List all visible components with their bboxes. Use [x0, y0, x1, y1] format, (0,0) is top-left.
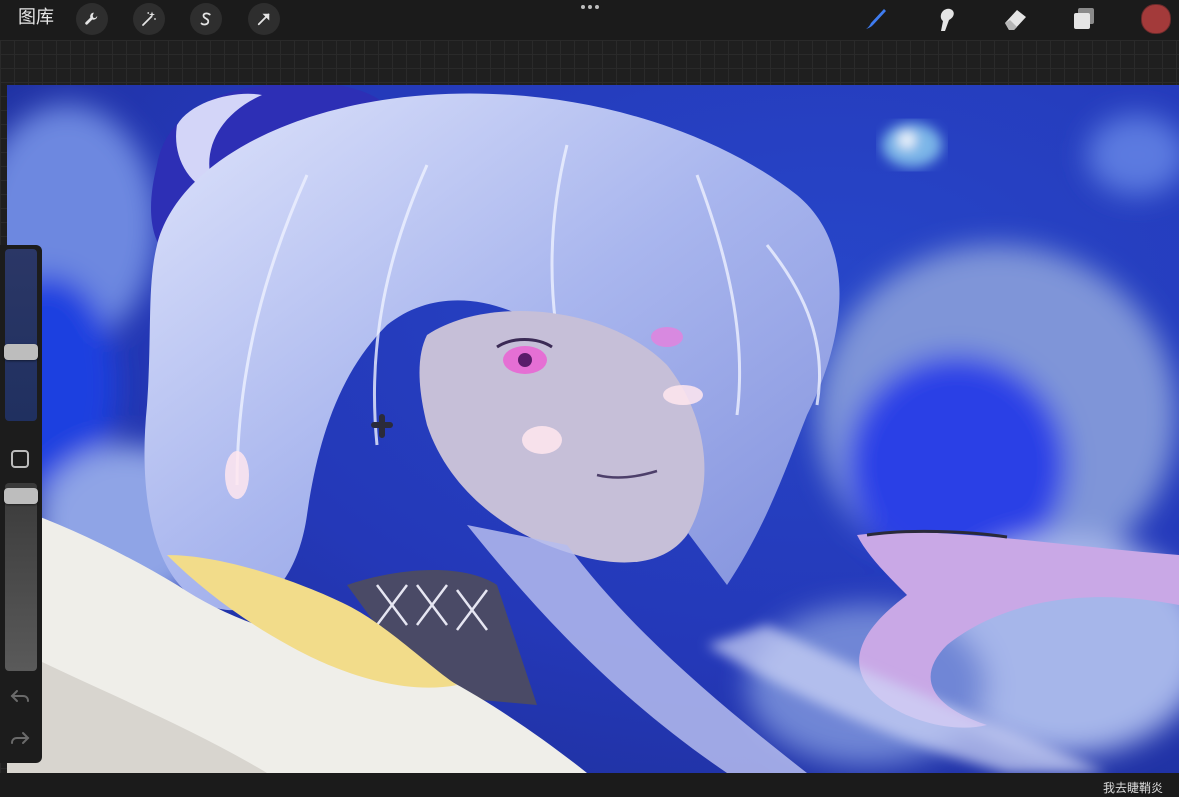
dot	[581, 5, 585, 9]
artwork	[7, 85, 1179, 773]
brush-icon	[866, 9, 886, 29]
redo-button[interactable]	[9, 727, 31, 749]
dot	[588, 5, 592, 9]
smudge-tool-button[interactable]	[928, 2, 962, 36]
undo-button[interactable]	[9, 685, 31, 707]
selection-button[interactable]	[190, 3, 222, 35]
magic-wand-icon	[142, 11, 156, 26]
actions-button[interactable]	[76, 3, 108, 35]
color-swatch[interactable]	[1141, 4, 1171, 34]
brush-opacity-slider[interactable]	[5, 483, 37, 671]
brush-size-thumb[interactable]	[4, 344, 38, 361]
transform-button[interactable]	[248, 3, 280, 35]
adjustments-button[interactable]	[133, 3, 165, 35]
bottom-bar	[0, 773, 1179, 797]
undo-icon	[10, 690, 29, 702]
top-toolbar: 图库	[0, 0, 1179, 40]
layers-icon	[1074, 8, 1094, 29]
more-options-button[interactable]	[575, 0, 605, 14]
arrow-cursor-icon	[257, 13, 270, 26]
eraser-icon	[1005, 10, 1026, 30]
drawing-canvas[interactable]	[7, 85, 1179, 773]
artist-watermark: 我去睫鞘炎	[1102, 781, 1163, 795]
layers-button[interactable]	[1067, 2, 1101, 36]
selection-s-icon	[200, 12, 211, 26]
eraser-tool-button[interactable]	[998, 2, 1032, 36]
gallery-button[interactable]: 图库	[18, 6, 54, 30]
modify-button[interactable]	[11, 450, 29, 468]
brush-tool-button[interactable]	[859, 2, 893, 36]
redo-icon	[11, 732, 30, 744]
smudge-icon	[940, 8, 954, 31]
dot	[595, 5, 599, 9]
brush-size-slider[interactable]	[5, 249, 37, 421]
wrench-icon	[85, 12, 98, 25]
left-sidebar	[0, 245, 42, 763]
brush-opacity-thumb[interactable]	[4, 488, 38, 505]
